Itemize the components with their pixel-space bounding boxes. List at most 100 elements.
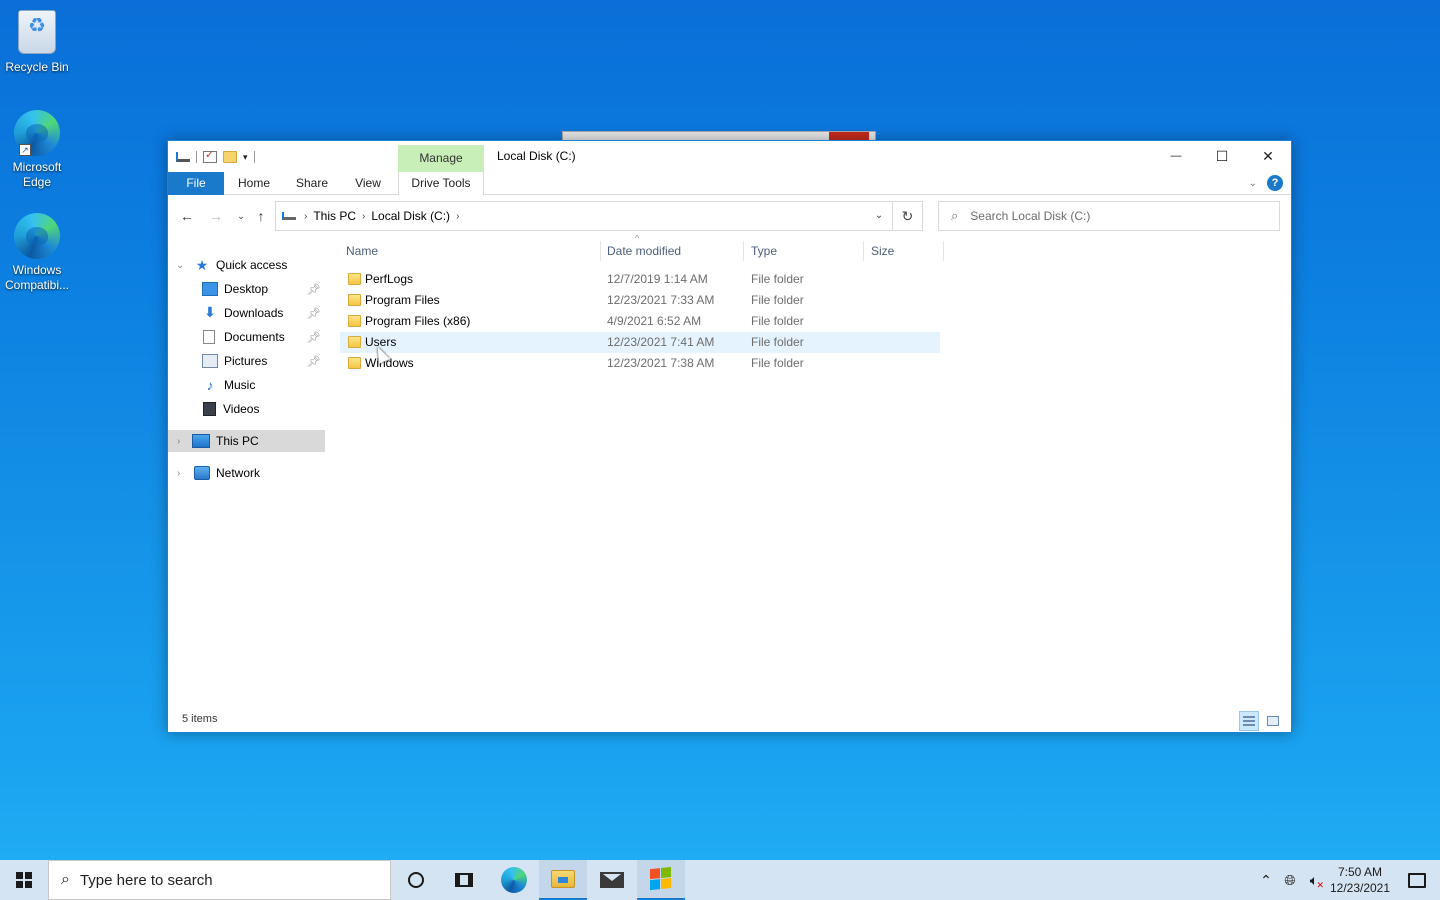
- manage-context-tab[interactable]: Manage: [398, 145, 484, 172]
- table-row[interactable]: Program Files 12/23/2021 7:33 AM File fo…: [340, 290, 940, 311]
- file-date: 4/9/2021 6:52 AM: [607, 314, 702, 328]
- desktop-icon-microsoft-edge[interactable]: ↗ Microsoft Edge: [0, 110, 74, 190]
- pin-icon[interactable]: 📌︎: [307, 283, 321, 296]
- taskbar-search-box[interactable]: ⌕ Type here to search: [48, 860, 391, 900]
- pin-icon[interactable]: 📌︎: [307, 355, 321, 368]
- cortana-button[interactable]: [392, 860, 440, 900]
- desktop-icon-label: Microsoft Edge: [12, 160, 62, 189]
- videos-icon: [203, 402, 216, 416]
- tree-item-music[interactable]: ♪ Music: [168, 374, 325, 396]
- breadcrumb-local-disk[interactable]: Local Disk (C:): [371, 209, 450, 223]
- taskbar-mail-button[interactable]: [588, 860, 636, 900]
- file-date: 12/23/2021 7:33 AM: [607, 293, 715, 307]
- tree-item-downloads[interactable]: ⬇ Downloads 📌︎: [168, 302, 325, 324]
- back-button[interactable]: ←: [176, 205, 198, 227]
- recycle-bin-icon: [13, 10, 61, 58]
- details-view-button[interactable]: [1239, 711, 1259, 731]
- help-icon[interactable]: ?: [1267, 175, 1283, 191]
- taskbar-edge-button[interactable]: [490, 860, 538, 900]
- mail-icon: [600, 872, 624, 888]
- forward-button[interactable]: →: [205, 205, 227, 227]
- tree-item-documents[interactable]: Documents 📌︎: [168, 326, 325, 348]
- breadcrumb-chevron-icon[interactable]: ›: [456, 211, 459, 222]
- desktop-icon-windows-compatibility[interactable]: Windows Compatibi...: [0, 213, 74, 293]
- file-type: File folder: [751, 335, 804, 349]
- tree-item-videos[interactable]: Videos: [168, 398, 325, 420]
- taskbar-file-explorer-button[interactable]: [539, 860, 587, 900]
- start-button[interactable]: [0, 860, 48, 900]
- desktop-icon-label: Windows Compatibi...: [4, 263, 70, 292]
- network-globe-icon[interactable]: 🌐︎: [1278, 860, 1302, 900]
- tab-file[interactable]: File: [168, 172, 224, 195]
- pictures-icon: [202, 354, 218, 368]
- breadcrumb-this-pc[interactable]: This PC: [313, 209, 356, 223]
- properties-icon[interactable]: [203, 148, 217, 163]
- volume-muted-icon[interactable]: 🔈︎ ✕: [1302, 860, 1326, 900]
- desktop-icon-recycle-bin[interactable]: Recycle Bin: [0, 8, 74, 75]
- action-center-button[interactable]: [1394, 860, 1440, 900]
- column-header-name[interactable]: Name: [338, 241, 598, 261]
- breadcrumb-chevron-icon[interactable]: ›: [304, 211, 307, 222]
- task-view-button[interactable]: [440, 860, 488, 900]
- taskbar-windows-compatibility-button[interactable]: [637, 860, 685, 900]
- column-header-type[interactable]: Type: [743, 241, 858, 261]
- table-row[interactable]: Program Files (x86) 4/9/2021 6:52 AM Fil…: [340, 311, 940, 332]
- tree-item-label: Downloads: [224, 306, 284, 320]
- close-button[interactable]: ✕: [1245, 141, 1291, 171]
- tree-item-quick-access[interactable]: ⌄ ★ Quick access: [168, 254, 325, 276]
- file-type: File folder: [751, 356, 804, 370]
- tree-item-label: Videos: [223, 402, 260, 416]
- file-name: Program Files (x86): [365, 314, 471, 328]
- recent-locations-chevron-icon[interactable]: ⌄: [230, 205, 252, 227]
- table-row[interactable]: PerfLogs 12/7/2019 1:14 AM File folder: [340, 269, 940, 290]
- file-name: Windows: [365, 356, 414, 370]
- title-bar[interactable]: ▾ Manage Local Disk (C:) — ☐ ✕: [168, 141, 1291, 172]
- details-view-icon: [1243, 716, 1255, 726]
- tree-item-this-pc[interactable]: › This PC: [168, 430, 325, 452]
- desktop-icon-label: Recycle Bin: [5, 60, 69, 74]
- address-history-chevron-icon[interactable]: ⌄: [868, 202, 890, 230]
- tree-item-label: Quick access: [216, 258, 288, 272]
- clock[interactable]: 7:50 AM 12/23/2021: [1326, 864, 1394, 896]
- new-folder-icon[interactable]: [223, 151, 237, 163]
- tree-item-network[interactable]: › Network: [168, 462, 325, 484]
- table-row[interactable]: Windows 12/23/2021 7:38 AM File folder: [340, 353, 940, 374]
- show-hidden-icons-chevron-icon[interactable]: ⌃: [1254, 860, 1278, 900]
- tab-share[interactable]: Share: [288, 172, 336, 195]
- tree-item-desktop[interactable]: Desktop 📌︎: [168, 278, 325, 300]
- tab-home[interactable]: Home: [230, 172, 278, 195]
- large-icons-view-button[interactable]: [1263, 711, 1283, 731]
- notification-icon: [1408, 872, 1426, 888]
- expand-chevron-icon[interactable]: ›: [177, 436, 180, 447]
- pin-icon[interactable]: 📌︎: [307, 331, 321, 344]
- pin-icon[interactable]: 📌︎: [307, 307, 321, 320]
- file-type: File folder: [751, 272, 804, 286]
- tree-item-pictures[interactable]: Pictures 📌︎: [168, 350, 325, 372]
- search-input[interactable]: [970, 209, 1251, 223]
- table-row[interactable]: Users 12/23/2021 7:41 AM File folder: [340, 332, 940, 353]
- file-name: PerfLogs: [365, 272, 414, 286]
- column-header-size[interactable]: Size: [863, 241, 943, 261]
- maximize-button[interactable]: ☐: [1199, 141, 1245, 171]
- explorer-app-icon[interactable]: [176, 152, 190, 162]
- minimize-button[interactable]: —: [1153, 141, 1199, 171]
- tree-item-label: Network: [216, 466, 261, 480]
- edge-icon: ↗: [13, 110, 61, 158]
- tab-view[interactable]: View: [346, 172, 390, 195]
- tab-drive-tools[interactable]: Drive Tools: [398, 172, 484, 195]
- up-button[interactable]: ↑: [250, 205, 272, 227]
- expand-chevron-icon[interactable]: ›: [177, 468, 180, 479]
- refresh-button[interactable]: ↻: [892, 202, 922, 230]
- status-bar: 5 items: [168, 710, 1291, 732]
- taskbar: ⌕ Type here to search ⌃ 🌐︎ 🔈︎ ✕ 7:50 AM 1…: [0, 860, 1440, 900]
- folder-icon: [348, 273, 361, 285]
- expand-chevron-icon[interactable]: ⌄: [176, 260, 184, 271]
- ribbon-tabs: File Home Share View Drive Tools: [168, 172, 1291, 195]
- search-box[interactable]: ⌕: [938, 201, 1280, 231]
- address-bar[interactable]: › This PC › Local Disk (C:) › ⌄ ↻: [275, 201, 923, 231]
- folder-icon: [348, 315, 361, 327]
- expand-ribbon-chevron-icon[interactable]: ⌄: [1249, 178, 1257, 189]
- breadcrumb-chevron-icon[interactable]: ›: [362, 211, 365, 222]
- column-header-date-modified[interactable]: Date modified: [599, 241, 739, 261]
- customize-toolbar-chevron-icon[interactable]: ▾: [243, 152, 248, 163]
